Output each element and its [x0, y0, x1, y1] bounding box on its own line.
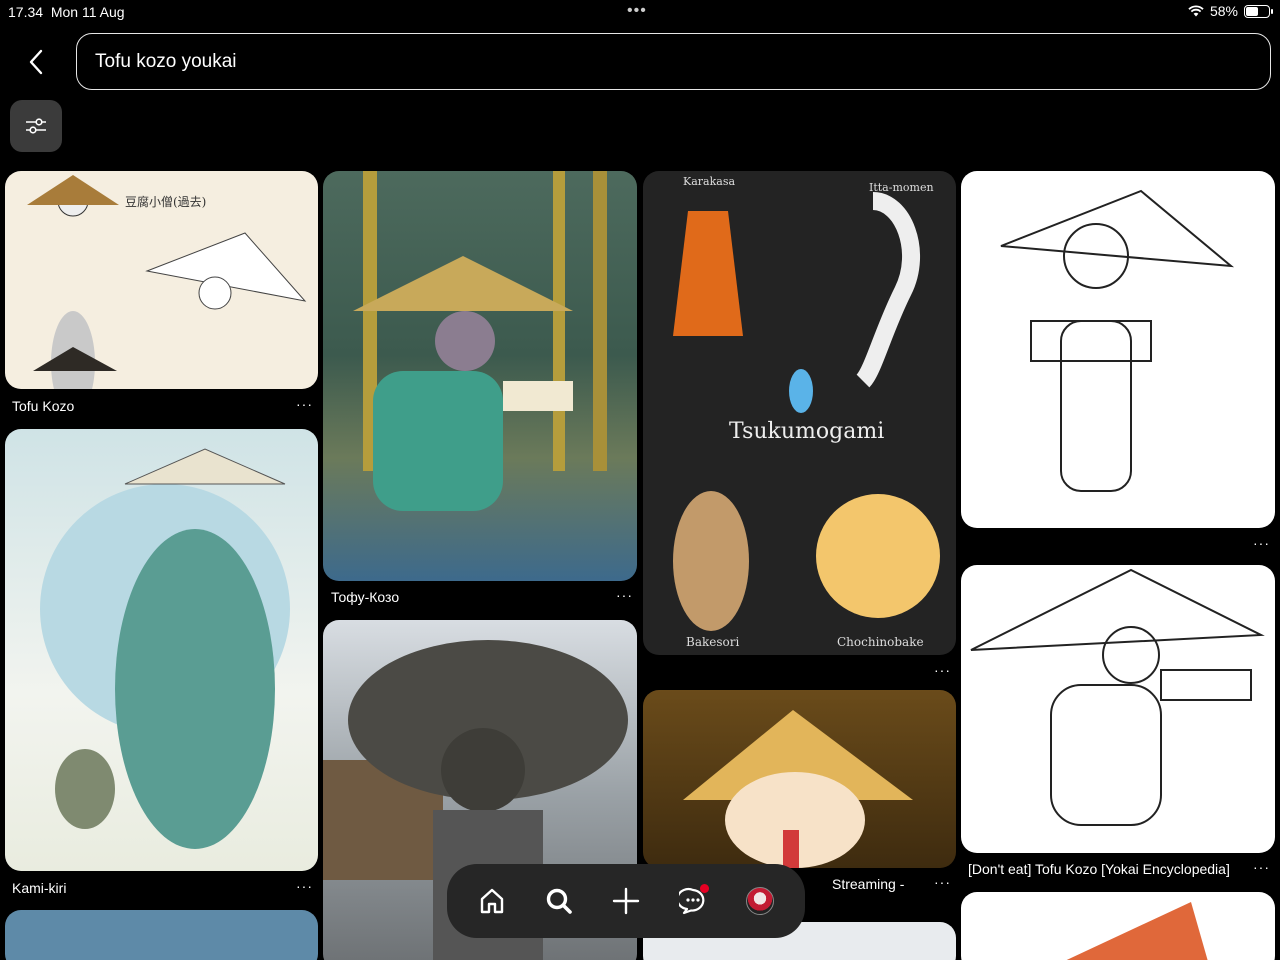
- wifi-icon: [1188, 5, 1204, 17]
- pin-image-tofu-kozo[interactable]: 豆腐小僧(過去): [5, 171, 318, 389]
- label-bakesori: Bakesori: [686, 635, 740, 649]
- search-icon: [546, 888, 572, 914]
- pin-more-button[interactable]: ···: [1253, 859, 1270, 875]
- avatar: [745, 887, 774, 915]
- label-karakasa: Karakasa: [683, 175, 736, 188]
- label-tsukumogami: Tsukumogami: [729, 419, 885, 444]
- umbrella-art: [1066, 902, 1208, 960]
- battery-icon: [1244, 4, 1273, 18]
- pin-more-button[interactable]: ···: [934, 874, 951, 890]
- bottom-nav-bar: [447, 864, 805, 938]
- back-button[interactable]: [18, 44, 54, 80]
- pin-image[interactable]: [5, 910, 318, 960]
- sliders-icon: [26, 118, 46, 134]
- label-chochinobake: Chochinobake: [837, 635, 924, 649]
- pin-caption: Streaming -: [832, 876, 905, 892]
- anime-still: [683, 710, 913, 868]
- nav-home[interactable]: [468, 877, 516, 925]
- nav-messages[interactable]: [669, 877, 717, 925]
- status-time: 17.34 Mon 11 Aug: [8, 4, 125, 20]
- multitasking-dots[interactable]: •••: [627, 2, 647, 20]
- tofu-kozo-painting: [353, 171, 607, 511]
- kami-kiri-illustration: [40, 448, 290, 849]
- nav-profile[interactable]: [736, 877, 784, 925]
- plus-icon: [612, 887, 640, 915]
- tsukumogami-illustration: [673, 192, 940, 631]
- status-bar: 17.34 Mon 11 Aug ••• 58%: [0, 0, 1280, 24]
- tofu-kozo-lineart: [1000, 189, 1235, 492]
- pin-kanji-label: 豆腐小僧(過去): [125, 195, 207, 209]
- pin-image-tofu-kozo-painting[interactable]: [323, 171, 637, 581]
- home-icon: [481, 888, 504, 914]
- pin-caption: [Don't eat] Tofu Kozo [Yokai Encyclopedi…: [968, 861, 1230, 877]
- pin-caption: Kami-kiri: [12, 880, 67, 896]
- pin-more-button[interactable]: ···: [296, 878, 313, 894]
- label-itta-momen: Itta-momen: [869, 181, 934, 194]
- pin-image-kami-kiri[interactable]: [5, 429, 318, 871]
- pin-image-anime[interactable]: [643, 690, 956, 868]
- pin-caption: Tofu Kozo: [12, 398, 75, 414]
- tofu-kozo-encyclopedia-art: [970, 568, 1265, 826]
- pin-more-button[interactable]: ···: [934, 662, 951, 678]
- pin-image-tsukumogami[interactable]: Karakasa Itta-momen Tsukumogami Bakesori…: [643, 171, 956, 655]
- chevron-left-icon: [29, 49, 43, 75]
- pin-more-button[interactable]: ···: [616, 587, 633, 603]
- pin-image-tofu-kozo-lineart[interactable]: [961, 171, 1275, 528]
- nav-search[interactable]: [535, 877, 583, 925]
- pin-image-umbrella[interactable]: [961, 892, 1275, 960]
- pin-image-tofu-kozo-encyclopedia[interactable]: [961, 565, 1275, 853]
- search-input[interactable]: [95, 50, 1270, 73]
- pin-more-button[interactable]: ···: [1253, 535, 1270, 551]
- filter-button[interactable]: [10, 100, 62, 152]
- search-box[interactable]: [76, 33, 1271, 90]
- notification-dot: [699, 884, 709, 893]
- pin-caption: Тофу-Козо: [331, 589, 400, 605]
- nav-create[interactable]: [602, 877, 650, 925]
- battery-percent: 58%: [1209, 3, 1238, 19]
- pin-more-button[interactable]: ···: [296, 396, 313, 412]
- status-right: 58%: [1188, 3, 1273, 19]
